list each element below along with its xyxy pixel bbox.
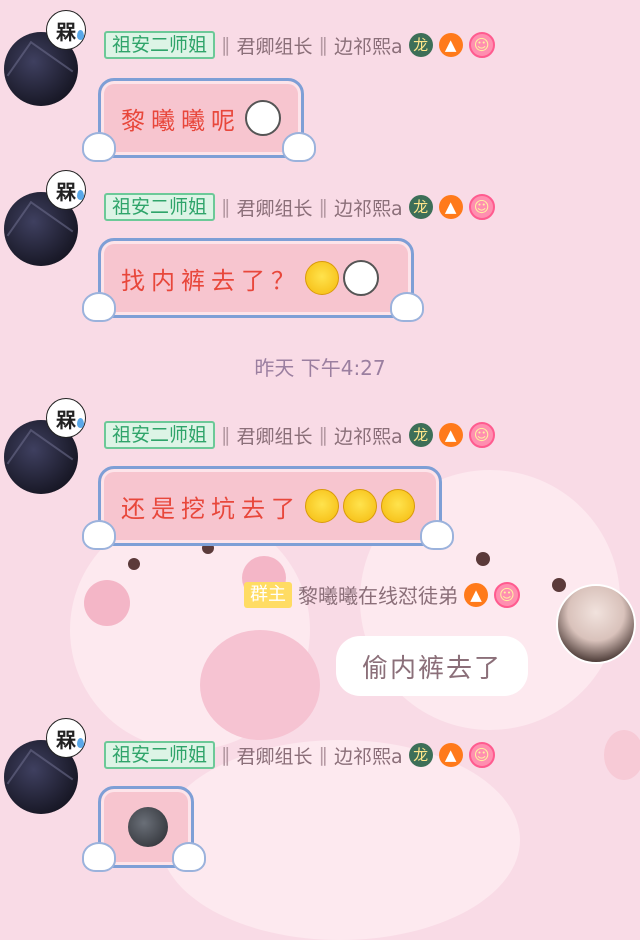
flower-badge-icon: ☺ [468, 194, 495, 220]
bunny-decoration-icon [82, 132, 116, 162]
bunny-decoration-icon [420, 520, 454, 550]
message-bubble[interactable]: 还是挖坑去了 [98, 466, 442, 546]
fire-icon: ▲ [438, 743, 463, 767]
fire-icon: ▲ [438, 195, 463, 219]
fire-icon: ▲ [464, 582, 488, 607]
background-heart [200, 630, 320, 740]
sender-name[interactable]: 祖安二师姐 [104, 741, 216, 769]
tea-face-emoji [343, 260, 379, 296]
self-message-bubble[interactable]: 偷内裤去了 [336, 636, 528, 696]
message-bubble[interactable]: 找内裤去了？ [98, 238, 414, 318]
background-eye-1 [128, 558, 140, 570]
dragon-icon: 龙 [408, 33, 433, 57]
group-owner-tag: 群主 [244, 581, 292, 608]
separator: ‖ [221, 744, 231, 766]
self-avatar[interactable] [556, 584, 636, 664]
sender-name[interactable]: 祖安二师姐 [104, 31, 216, 59]
dragon-icon: 龙 [408, 743, 433, 767]
message-text: 找内裤去了？ [121, 266, 301, 295]
water-drop-icon [77, 418, 84, 428]
group-title: 君卿组长 [236, 197, 313, 220]
message-text: 偷内裤去了 [361, 653, 502, 684]
group-title: 君卿组长 [236, 745, 313, 768]
group-title: 边祁熙a [334, 425, 403, 448]
timestamp: 昨天 下午4:27 [254, 356, 386, 380]
separator: ‖ [318, 744, 329, 766]
flower-badge-icon: ☺ [468, 422, 495, 448]
separator: ‖ [318, 424, 329, 446]
bunny-decoration-icon [82, 520, 116, 550]
separator: ‖ [318, 196, 329, 218]
message-text: 黎曦曦呢 [121, 106, 241, 135]
smile-emoji [381, 489, 415, 523]
background-blush-left [84, 580, 130, 626]
dark-moon-emoji [128, 807, 168, 847]
sender-name[interactable]: 祖安二师姐 [104, 193, 216, 221]
smile-emoji [305, 489, 339, 523]
background-eye-3 [476, 552, 490, 566]
separator: ‖ [221, 34, 231, 56]
flower-badge-icon: ☺ [468, 32, 495, 58]
group-title: 边祁熙a [334, 745, 403, 768]
water-drop-icon [77, 30, 84, 40]
message-text: 还是挖坑去了 [121, 494, 301, 523]
group-title: 君卿组长 [236, 35, 313, 58]
separator: ‖ [318, 34, 329, 56]
background-bear-bottom [160, 740, 520, 940]
dragon-icon: 龙 [408, 195, 433, 219]
separator: ‖ [221, 424, 231, 446]
water-drop-icon [77, 738, 84, 748]
bunny-decoration-icon [82, 292, 116, 322]
sender-info-row: 祖安二师姐 ‖ 君卿组长 ‖ 边祁熙a 龙 ▲ ☺ [104, 420, 495, 450]
group-title: 君卿组长 [236, 425, 313, 448]
owner-name[interactable]: 黎曦曦在线怼徒弟 [298, 580, 458, 609]
group-title: 边祁熙a [334, 197, 403, 220]
smile-emoji [305, 261, 339, 295]
sender-info-row: 祖安二师姐 ‖ 君卿组长 ‖ 边祁熙a 龙 ▲ ☺ [104, 740, 495, 770]
bunny-decoration-icon [82, 842, 116, 872]
bunny-decoration-icon [172, 842, 206, 872]
smile-emoji [343, 489, 377, 523]
bunny-decoration-icon [390, 292, 424, 322]
fire-icon: ▲ [438, 423, 463, 447]
separator: ‖ [221, 196, 231, 218]
background-eye-4 [552, 578, 566, 592]
flower-badge-icon: ☺ [468, 742, 495, 768]
sender-info-row: 祖安二师姐 ‖ 君卿组长 ‖ 边祁熙a 龙 ▲ ☺ [104, 192, 495, 222]
fire-icon: ▲ [438, 33, 463, 57]
tea-face-emoji [245, 100, 281, 136]
message-bubble[interactable]: 黎曦曦呢 [98, 78, 304, 158]
sender-name[interactable]: 祖安二师姐 [104, 421, 216, 449]
bunny-decoration-icon [282, 132, 316, 162]
group-title: 边祁熙a [334, 35, 403, 58]
sender-info-row: 祖安二师姐 ‖ 君卿组长 ‖ 边祁熙a 龙 ▲ ☺ [104, 30, 495, 60]
flower-badge-icon: ☺ [494, 581, 520, 608]
owner-info-row: 群主 黎曦曦在线怼徒弟 ▲ ☺ [244, 580, 520, 609]
background-paw [604, 730, 640, 780]
dragon-icon: 龙 [408, 423, 433, 447]
water-drop-icon [77, 190, 84, 200]
